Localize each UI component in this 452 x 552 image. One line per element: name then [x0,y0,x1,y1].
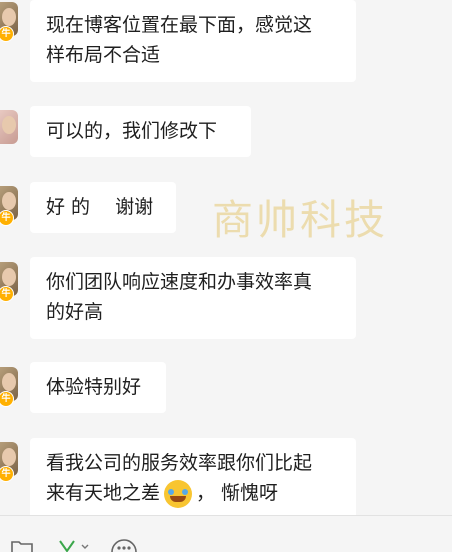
message-line: 体验特别好 [46,376,142,398]
avatar[interactable]: 牛 [0,442,18,482]
badge-icon: 牛 [0,391,14,407]
message-bubble[interactable]: 你们团队响应速度和办事效率真 的好高 [30,257,356,339]
message-text: 来有天地之差 [46,482,161,504]
message-line: 你们团队响应速度和办事效率真 [46,271,313,293]
input-toolbar [0,515,452,552]
chat-history[interactable]: 商帅科技 牛 现在博客位置在最下面，感觉这 样布局不合适 可以的，我们修改下 牛… [0,0,452,515]
message-line: 现在博客位置在最下面，感觉这 [46,14,313,36]
v-chevron-icon[interactable] [58,540,92,552]
badge-icon: 牛 [0,466,14,482]
message-bubble[interactable]: 好 的 谢谢 [30,182,176,233]
message-line: 的好高 [46,301,104,323]
avatar[interactable]: 牛 [0,2,18,42]
badge-icon: 牛 [0,26,14,42]
folder-icon[interactable] [10,540,34,552]
avatar[interactable]: 牛 [0,186,18,226]
message-line: 样布局不合适 [46,44,161,66]
message-bubble[interactable]: 体验特别好 [30,362,166,413]
badge-icon: 牛 [0,210,14,226]
message-bubble[interactable]: 可以的，我们修改下 [30,106,251,157]
message-line: 看我公司的服务效率跟你们比起 [46,452,313,474]
crying-laughing-emoji-icon [164,479,193,508]
message-bubble[interactable]: 看我公司的服务效率跟你们比起 来有天地之差 ， 惭愧呀 [30,438,356,515]
badge-icon: 牛 [0,286,14,302]
message-line: 来有天地之差 ， 惭愧呀 [46,478,340,508]
message-bubble[interactable]: 现在博客位置在最下面，感觉这 样布局不合适 [30,0,356,82]
avatar[interactable]: 牛 [0,367,18,407]
avatar[interactable] [0,110,18,144]
avatar[interactable]: 牛 [0,262,18,302]
message-line: 好 的 谢谢 [46,196,154,218]
message-line: 可以的，我们修改下 [46,120,218,142]
message-text: ， 惭愧呀 [196,482,279,504]
watermark: 商帅科技 [212,196,388,244]
